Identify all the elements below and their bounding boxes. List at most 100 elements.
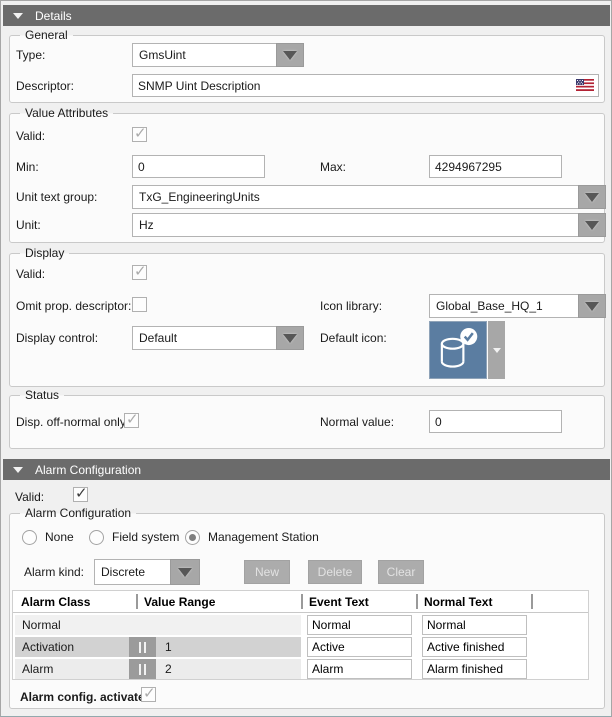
radio-management-station[interactable]: Management Station [185,529,319,545]
valid-label: Valid: [16,129,45,143]
default-icon-tile[interactable] [429,321,487,379]
normal-text-input[interactable] [422,637,527,657]
column-header-normal-text: Normal Text [424,595,492,609]
alarm-config-activated-label: Alarm config. activated: [20,690,156,704]
status-group: Status Disp. off-normal only: Normal val… [9,395,605,449]
radio-icon [89,530,104,545]
chevron-down-icon [283,334,297,343]
type-dropdown[interactable]: GmsUint [132,43,304,67]
value-range-cell: 2 [165,662,172,676]
alarm-table: Alarm Class Value Range Event Text Norma… [12,590,589,680]
descriptor-label: Descriptor: [16,79,74,93]
alarm-valid-checkbox[interactable] [73,487,88,502]
alarm-class-cell: Alarm [22,662,53,676]
min-label: Min: [16,160,39,174]
type-dropdown-button[interactable] [276,43,304,67]
radio-none-label: None [45,530,74,544]
omit-prop-descriptor-label: Omit prop. descriptor: [16,299,131,313]
event-text-input[interactable] [307,615,412,635]
column-separator[interactable] [136,594,138,609]
details-section-header[interactable]: Details [3,5,610,26]
database-check-icon [432,324,484,376]
range-bars-icon [139,664,141,675]
icon-library-dropdown[interactable]: Global_Base_HQ_1 [429,294,606,318]
display-control-dropdown-button[interactable] [276,326,304,350]
range-bars-icon [139,642,141,653]
column-separator[interactable] [301,594,303,609]
event-text-input[interactable] [307,659,412,679]
value-range-button[interactable] [129,637,156,657]
column-separator[interactable] [531,594,533,609]
collapse-triangle-icon [13,467,23,473]
icon-library-label: Icon library: [320,299,382,313]
column-header-value-range: Value Range [144,595,215,609]
display-group-legend: Display [20,246,69,260]
alarm-configuration-section-header[interactable]: Alarm Configuration [3,459,610,480]
column-header-event-text: Event Text [309,595,369,609]
new-button[interactable]: New [244,560,290,584]
chevron-down-icon [493,348,501,353]
value-attributes-legend: Value Attributes [20,106,113,120]
table-row-normal[interactable]: Normal [13,614,588,636]
collapse-triangle-icon [13,13,23,19]
display-control-label: Display control: [16,331,98,345]
alarm-kind-dropdown-button[interactable] [170,559,200,585]
disp-off-normal-checkbox[interactable] [124,413,139,428]
general-group-legend: General [20,28,73,42]
unit-dropdown[interactable]: Hz [132,213,606,237]
radio-field-system[interactable]: Field system [89,529,179,545]
value-attributes-group: Value Attributes Valid: Min: Max: Unit t… [9,113,605,243]
table-row-alarm[interactable]: Alarm 2 [13,658,588,680]
alarm-configuration-legend: Alarm Configuration [20,506,136,520]
unit-text-group-dropdown-button[interactable] [578,185,606,209]
radio-none[interactable]: None [22,529,74,545]
alarm-class-cell: Activation [22,640,74,654]
display-valid-checkbox[interactable] [132,265,147,280]
table-row-activation[interactable]: Activation 1 [13,636,588,658]
delete-button[interactable]: Delete [308,560,362,584]
max-input[interactable] [429,155,562,178]
details-panel: Details General Type: GmsUint Descriptor… [0,0,612,717]
omit-prop-descriptor-checkbox[interactable] [132,297,147,312]
descriptor-input[interactable] [132,74,599,97]
display-control-dropdown[interactable]: Default [132,326,304,350]
unit-text-group-label: Unit text group: [16,190,97,204]
type-dropdown-value: GmsUint [132,43,276,67]
us-flag-icon [576,79,594,91]
radio-management-station-label: Management Station [208,530,319,544]
alarm-valid-label: Valid: [15,490,44,504]
normal-value-label: Normal value: [320,415,394,429]
display-control-value: Default [132,326,276,350]
normal-text-input[interactable] [422,615,527,635]
unit-text-group-dropdown[interactable]: TxG_EngineeringUnits [132,185,606,209]
column-separator[interactable] [416,594,418,609]
normal-text-input[interactable] [422,659,527,679]
unit-dropdown-button[interactable] [578,213,606,237]
default-icon-dropdown-button[interactable] [488,321,505,379]
chevron-down-icon [585,193,599,202]
icon-library-dropdown-button[interactable] [578,294,606,318]
event-text-input[interactable] [307,637,412,657]
header-divider [13,612,588,613]
min-input[interactable] [132,155,265,178]
clear-button[interactable]: Clear [378,560,424,584]
row-band[interactable] [15,659,301,679]
alarm-config-activated-checkbox[interactable] [141,687,156,702]
display-valid-label: Valid: [16,267,45,281]
status-group-legend: Status [20,388,64,402]
chevron-down-icon [585,221,599,230]
descriptor-fieldwrap [132,74,599,97]
alarm-kind-value: Discrete [94,559,170,585]
alarm-configuration-section-title: Alarm Configuration [35,463,141,477]
alarm-kind-dropdown[interactable]: Discrete [94,559,200,585]
type-label: Type: [16,48,45,62]
unit-label: Unit: [16,218,41,232]
normal-value-input[interactable] [429,410,562,433]
valid-checkbox[interactable] [132,127,147,142]
default-icon-label: Default icon: [320,331,387,345]
display-group: Display Valid: Omit prop. descriptor: Ic… [9,253,605,387]
radio-selected-icon [185,530,200,545]
value-range-button[interactable] [129,659,156,679]
unit-text-group-value: TxG_EngineeringUnits [132,185,578,209]
chevron-down-icon [585,302,599,311]
